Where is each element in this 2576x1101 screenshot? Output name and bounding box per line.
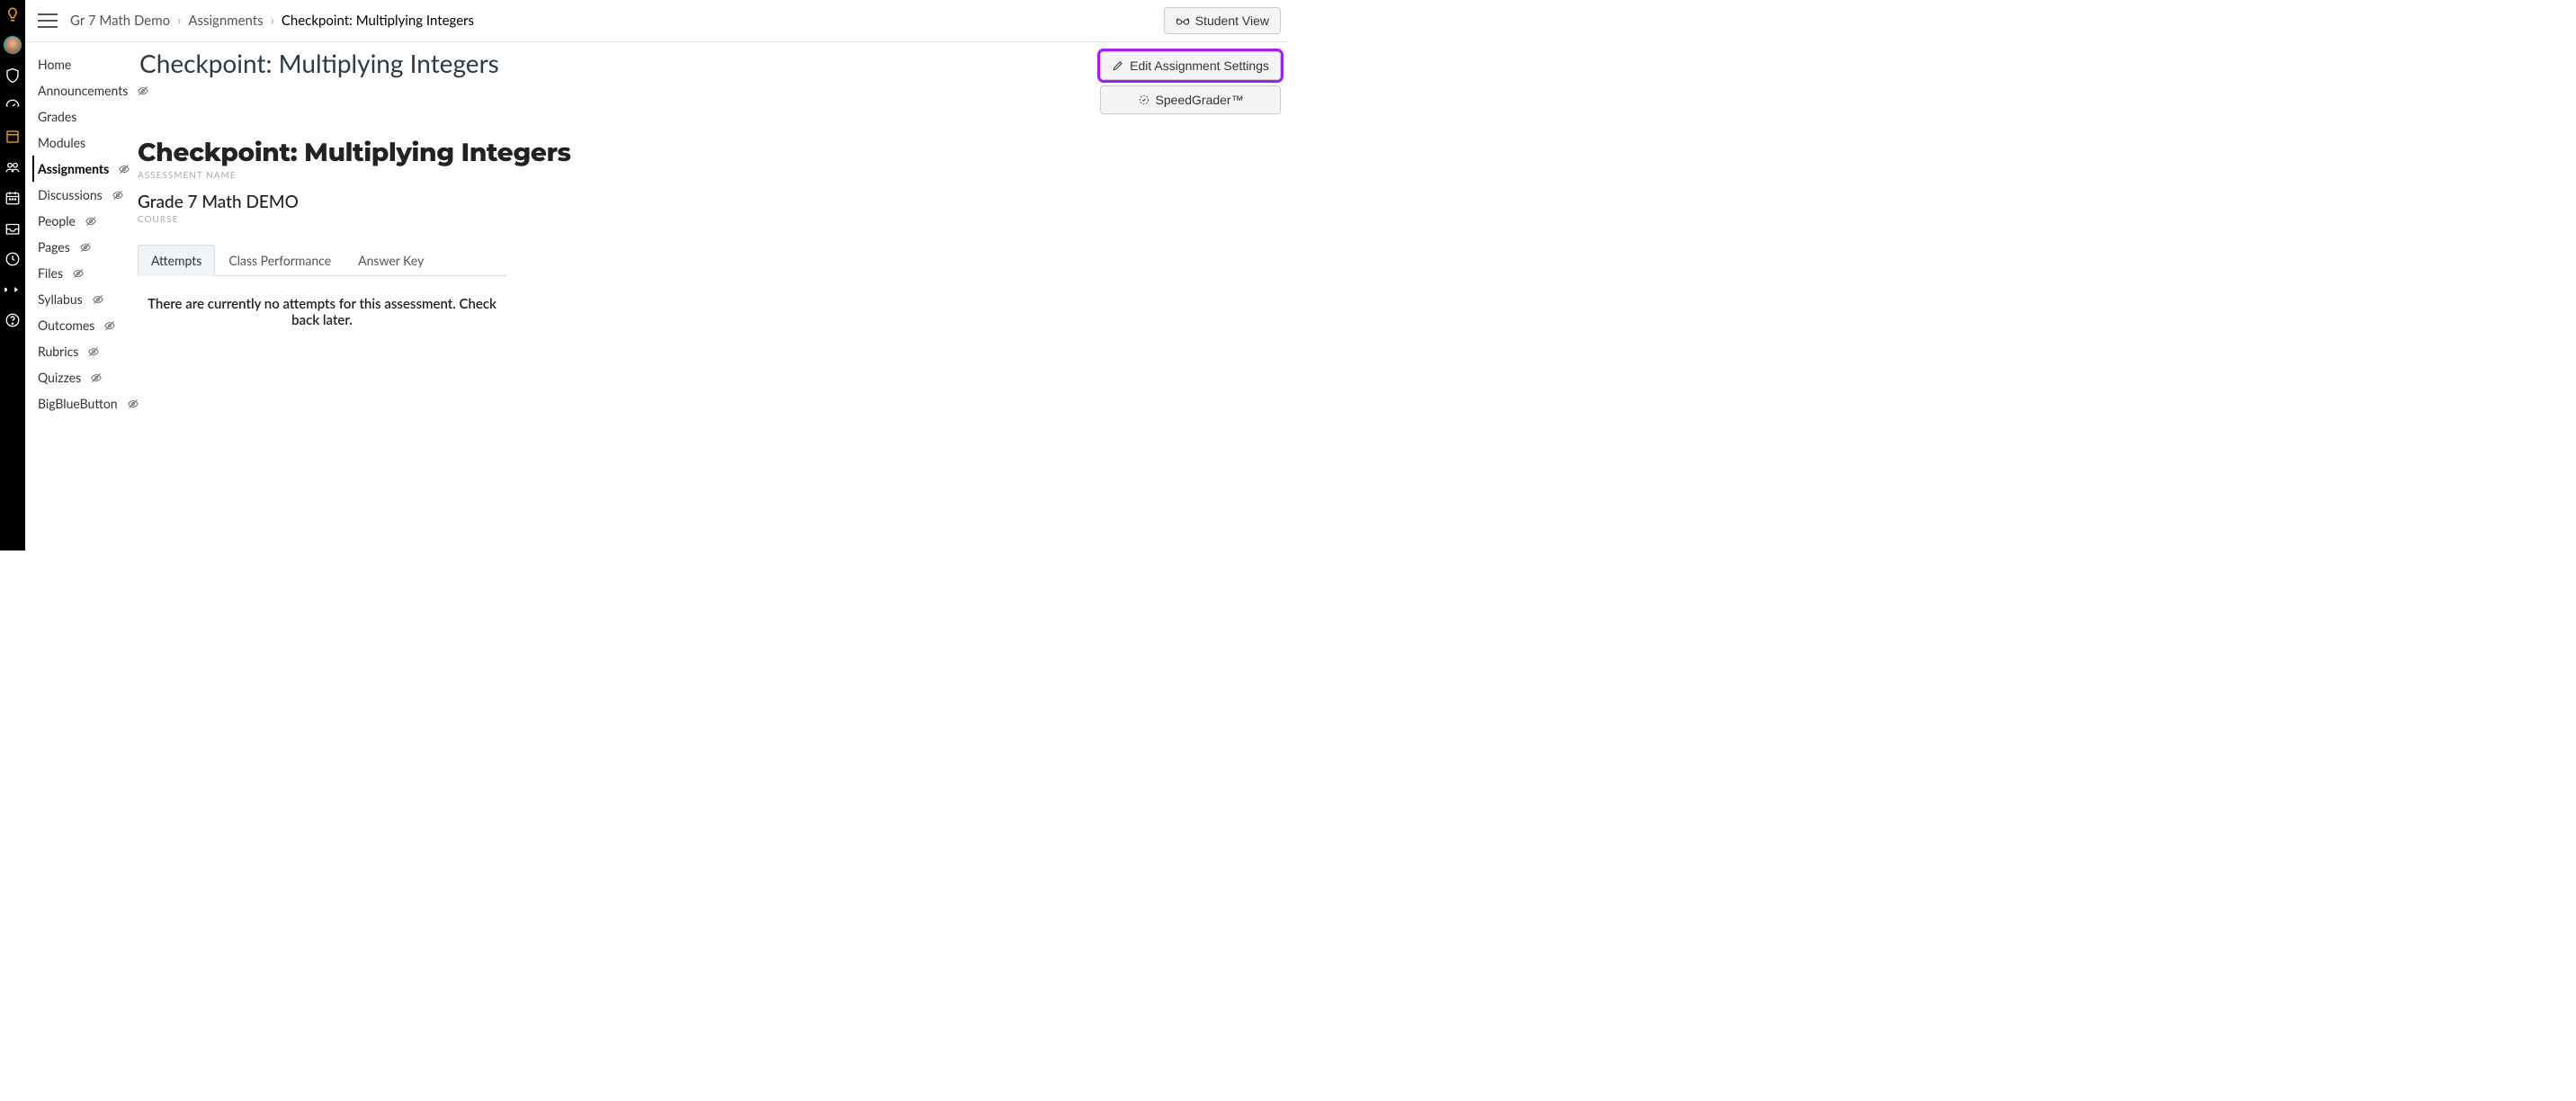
course-nav-item[interactable]: Outcomes [38, 312, 129, 338]
speedgrader-label: SpeedGrader™ [1156, 93, 1244, 107]
course-nav-item[interactable]: Announcements [38, 77, 129, 103]
course-nav-item[interactable]: Syllabus [38, 286, 129, 312]
help-icon[interactable] [4, 311, 22, 329]
course-nav-label: Grades [38, 109, 76, 124]
calendar-icon[interactable] [4, 189, 22, 207]
pencil-icon [1112, 59, 1124, 72]
global-nav [0, 0, 25, 550]
hidden-icon [85, 215, 97, 228]
groups-icon[interactable] [4, 158, 22, 176]
course-nav-label: Quizzes [38, 370, 81, 385]
student-view-label: Student View [1195, 13, 1269, 28]
logo-icon[interactable] [4, 5, 22, 23]
course-nav-item[interactable]: Grades [38, 103, 129, 130]
student-view-button[interactable]: Student View [1164, 7, 1281, 34]
course-nav-item[interactable]: People [38, 208, 129, 234]
tab-class-performance[interactable]: Class Performance [215, 245, 344, 275]
dashboard-icon[interactable] [4, 97, 22, 115]
inbox-icon[interactable] [4, 219, 22, 237]
chevron-right-icon: › [177, 13, 181, 29]
course-nav-item[interactable]: BigBlueButton [38, 390, 129, 416]
course-nav-item[interactable]: Modules [38, 130, 129, 156]
hidden-icon [103, 319, 116, 332]
hidden-icon [112, 189, 124, 201]
assessment-name: Checkpoint: Multiplying Integers [138, 138, 1281, 168]
course-nav-label: Outcomes [38, 318, 94, 333]
history-icon[interactable] [4, 250, 22, 268]
course-label: COURSE [138, 214, 1281, 225]
edit-assignment-settings-button[interactable]: Edit Assignment Settings [1100, 51, 1281, 80]
breadcrumb-section[interactable]: Assignments [188, 13, 263, 29]
course-nav-label: People [38, 213, 76, 228]
topbar: Gr 7 Math Demo › Assignments › Checkpoin… [25, 0, 1288, 42]
commons-icon[interactable] [4, 281, 22, 299]
hidden-icon [90, 371, 103, 384]
course-nav-label: Syllabus [38, 291, 83, 307]
course-nav-item[interactable]: Home [38, 51, 129, 77]
breadcrumb-current: Checkpoint: Multiplying Integers [282, 13, 474, 29]
course-nav-label: Discussions [38, 187, 103, 202]
course-nav-label: Modules [38, 135, 85, 150]
empty-state-message: There are currently no attempts for this… [138, 296, 506, 328]
tab-attempts[interactable]: Attempts [138, 245, 215, 276]
content-pane: Checkpoint: Multiplying Integers Edit As… [129, 42, 1288, 550]
avatar-icon[interactable] [4, 36, 22, 54]
page-title: Checkpoint: Multiplying Integers [139, 48, 499, 78]
hidden-icon [87, 345, 100, 358]
speedgrader-icon [1138, 94, 1150, 106]
course-nav-item[interactable]: Files [38, 260, 129, 286]
admin-icon[interactable] [4, 67, 22, 85]
hidden-icon [72, 267, 85, 280]
breadcrumb: Gr 7 Math Demo › Assignments › Checkpoin… [70, 13, 474, 29]
chevron-right-icon: › [271, 13, 274, 29]
tabs: Attempts Class Performance Answer Key [138, 245, 506, 276]
course-nav-label: Announcements [38, 83, 128, 98]
course-nav-item[interactable]: Discussions [38, 182, 129, 208]
glasses-icon [1176, 14, 1190, 27]
course-nav-item[interactable]: Rubrics [38, 338, 129, 364]
course-nav-label: Files [38, 265, 63, 281]
hidden-icon [79, 241, 92, 254]
course-nav-label: BigBlueButton [38, 396, 118, 411]
course-nav-item[interactable]: Assignments [32, 156, 129, 182]
course-name: Grade 7 Math DEMO [138, 192, 1281, 212]
hidden-icon [92, 293, 104, 306]
breadcrumb-course[interactable]: Gr 7 Math Demo [70, 13, 170, 29]
course-nav-label: Home [38, 57, 71, 72]
course-nav-label: Rubrics [38, 344, 78, 359]
speedgrader-button[interactable]: SpeedGrader™ [1100, 85, 1281, 114]
edit-settings-label: Edit Assignment Settings [1130, 58, 1269, 73]
course-nav-label: Pages [38, 239, 70, 255]
course-nav-label: Assignments [38, 161, 109, 176]
courses-icon[interactable] [4, 128, 22, 146]
tab-answer-key[interactable]: Answer Key [344, 245, 437, 275]
assessment-name-label: ASSESSMENT NAME [138, 170, 1281, 181]
hamburger-menu[interactable] [38, 13, 58, 28]
course-nav-item[interactable]: Pages [38, 234, 129, 260]
course-nav: Home Announcements Grades Modules Assignment… [25, 42, 129, 550]
course-nav-item[interactable]: Quizzes [38, 364, 129, 390]
